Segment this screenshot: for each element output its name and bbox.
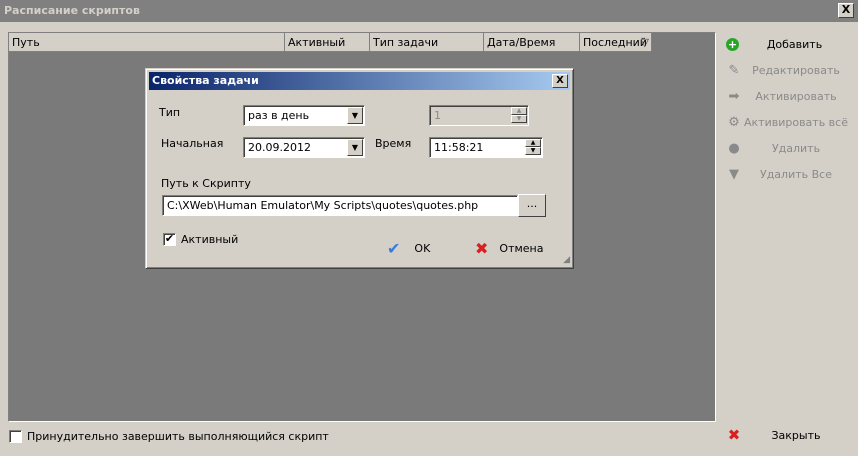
add-button-label: Добавить (766, 37, 823, 51)
start-date-value: 20.09.2012 (248, 141, 311, 154)
activate-all-button-label: Активировать всё (744, 115, 848, 129)
close-x-icon: ✖ (727, 426, 741, 444)
add-icon: + (726, 37, 739, 51)
count-updown[interactable]: ▲ ▼ (511, 107, 527, 124)
cancel-x-icon: ✖ (475, 238, 489, 258)
count-value: 1 (434, 109, 441, 122)
delete-button-label: Удалить (771, 141, 821, 155)
force-stop-checkbox[interactable] (9, 430, 22, 443)
delete-all-icon: ▼ (729, 166, 739, 182)
schedule-window: Расписание скриптов X Путь Активный Тип … (0, 0, 858, 456)
add-button[interactable]: + Добавить (722, 33, 850, 55)
force-stop-option[interactable]: Принудительно завершить выполняющийся ск… (9, 430, 329, 443)
edit-icon: ✎ (728, 62, 740, 78)
cancel-label: Отмена (499, 241, 544, 255)
type-value: раз в день (248, 109, 310, 122)
ok-button[interactable]: ✔ OK (387, 237, 430, 259)
filter-icon[interactable]: ▽ (641, 36, 649, 49)
time-down-icon[interactable]: ▼ (525, 147, 541, 155)
delete-all-button-label: Удалить Все (760, 167, 832, 181)
delete-all-button[interactable]: ▼ Удалить Все (722, 163, 850, 185)
ok-label: OK (414, 241, 431, 255)
activate-icon: ➡ (728, 88, 740, 104)
activate-all-button[interactable]: ⚙ Активировать всё (722, 111, 850, 133)
edit-button[interactable]: ✎ Редактировать (722, 59, 850, 81)
type-dropdown-icon[interactable]: ▼ (347, 107, 363, 124)
time-label: Время (375, 137, 412, 150)
delete-button[interactable]: ● Удалить (722, 137, 850, 159)
active-label: Активный (181, 233, 239, 246)
resize-grip-icon[interactable]: ◢ (563, 255, 570, 265)
task-properties-dialog: Свойства задачи X Тип раз в день ▼ 1 ▲ ▼… (145, 68, 574, 269)
cancel-button[interactable]: ✖ Отмена (475, 237, 543, 259)
script-path-input[interactable]: C:\XWeb\Human Emulator\My Scripts\quotes… (162, 195, 518, 216)
time-spinner[interactable]: 11:58:21 ▲ ▼ (429, 137, 543, 158)
dialog-title: Свойства задачи (152, 74, 259, 87)
activate-button[interactable]: ➡ Активировать (722, 85, 850, 107)
time-updown[interactable]: ▲ ▼ (525, 139, 541, 156)
dialog-titlebar: Свойства задачи X (149, 72, 570, 90)
window-titlebar: Расписание скриптов X (0, 0, 858, 22)
column-header-path[interactable]: Путь (9, 33, 285, 52)
force-stop-label: Принудительно завершить выполняющийся ск… (27, 430, 329, 443)
browse-button[interactable]: ... (518, 194, 546, 217)
edit-button-label: Редактировать (752, 63, 840, 77)
close-button[interactable]: ✖ Закрыть (722, 424, 850, 446)
time-value: 11:58:21 (434, 141, 484, 154)
window-close-button[interactable]: X (838, 3, 854, 18)
column-header-last[interactable]: Последний ▽ (580, 33, 652, 52)
close-button-label: Закрыть (771, 428, 821, 442)
delete-icon: ● (728, 140, 740, 156)
column-header-active[interactable]: Активный (285, 33, 370, 52)
window-title: Расписание скриптов (4, 4, 140, 17)
spin-up-icon[interactable]: ▲ (511, 107, 527, 115)
activate-button-label: Активировать (755, 89, 837, 103)
list-header: Путь Активный Тип задачи Дата/Время Посл… (9, 33, 715, 52)
count-spinner[interactable]: 1 ▲ ▼ (429, 105, 529, 126)
date-dropdown-icon[interactable]: ▼ (347, 139, 363, 156)
time-up-icon[interactable]: ▲ (525, 139, 541, 147)
active-option[interactable]: ✔ Активный (163, 233, 238, 246)
spin-down-icon[interactable]: ▼ (511, 115, 527, 123)
column-header-task-type[interactable]: Тип задачи (370, 33, 484, 52)
script-path-label: Путь к Скрипту (161, 177, 251, 190)
type-select[interactable]: раз в день ▼ (243, 105, 365, 126)
type-label: Тип (159, 106, 181, 119)
activate-all-icon: ⚙ (728, 114, 740, 130)
checkmark-icon: ✔ (387, 238, 401, 258)
dialog-close-button[interactable]: X (552, 74, 568, 88)
start-date-picker[interactable]: 20.09.2012 ▼ (243, 137, 365, 158)
column-header-last-label: Последний (583, 36, 647, 49)
column-header-datetime[interactable]: Дата/Время (484, 33, 580, 52)
start-date-label: Начальная (161, 137, 224, 150)
active-checkbox[interactable]: ✔ (163, 233, 176, 246)
